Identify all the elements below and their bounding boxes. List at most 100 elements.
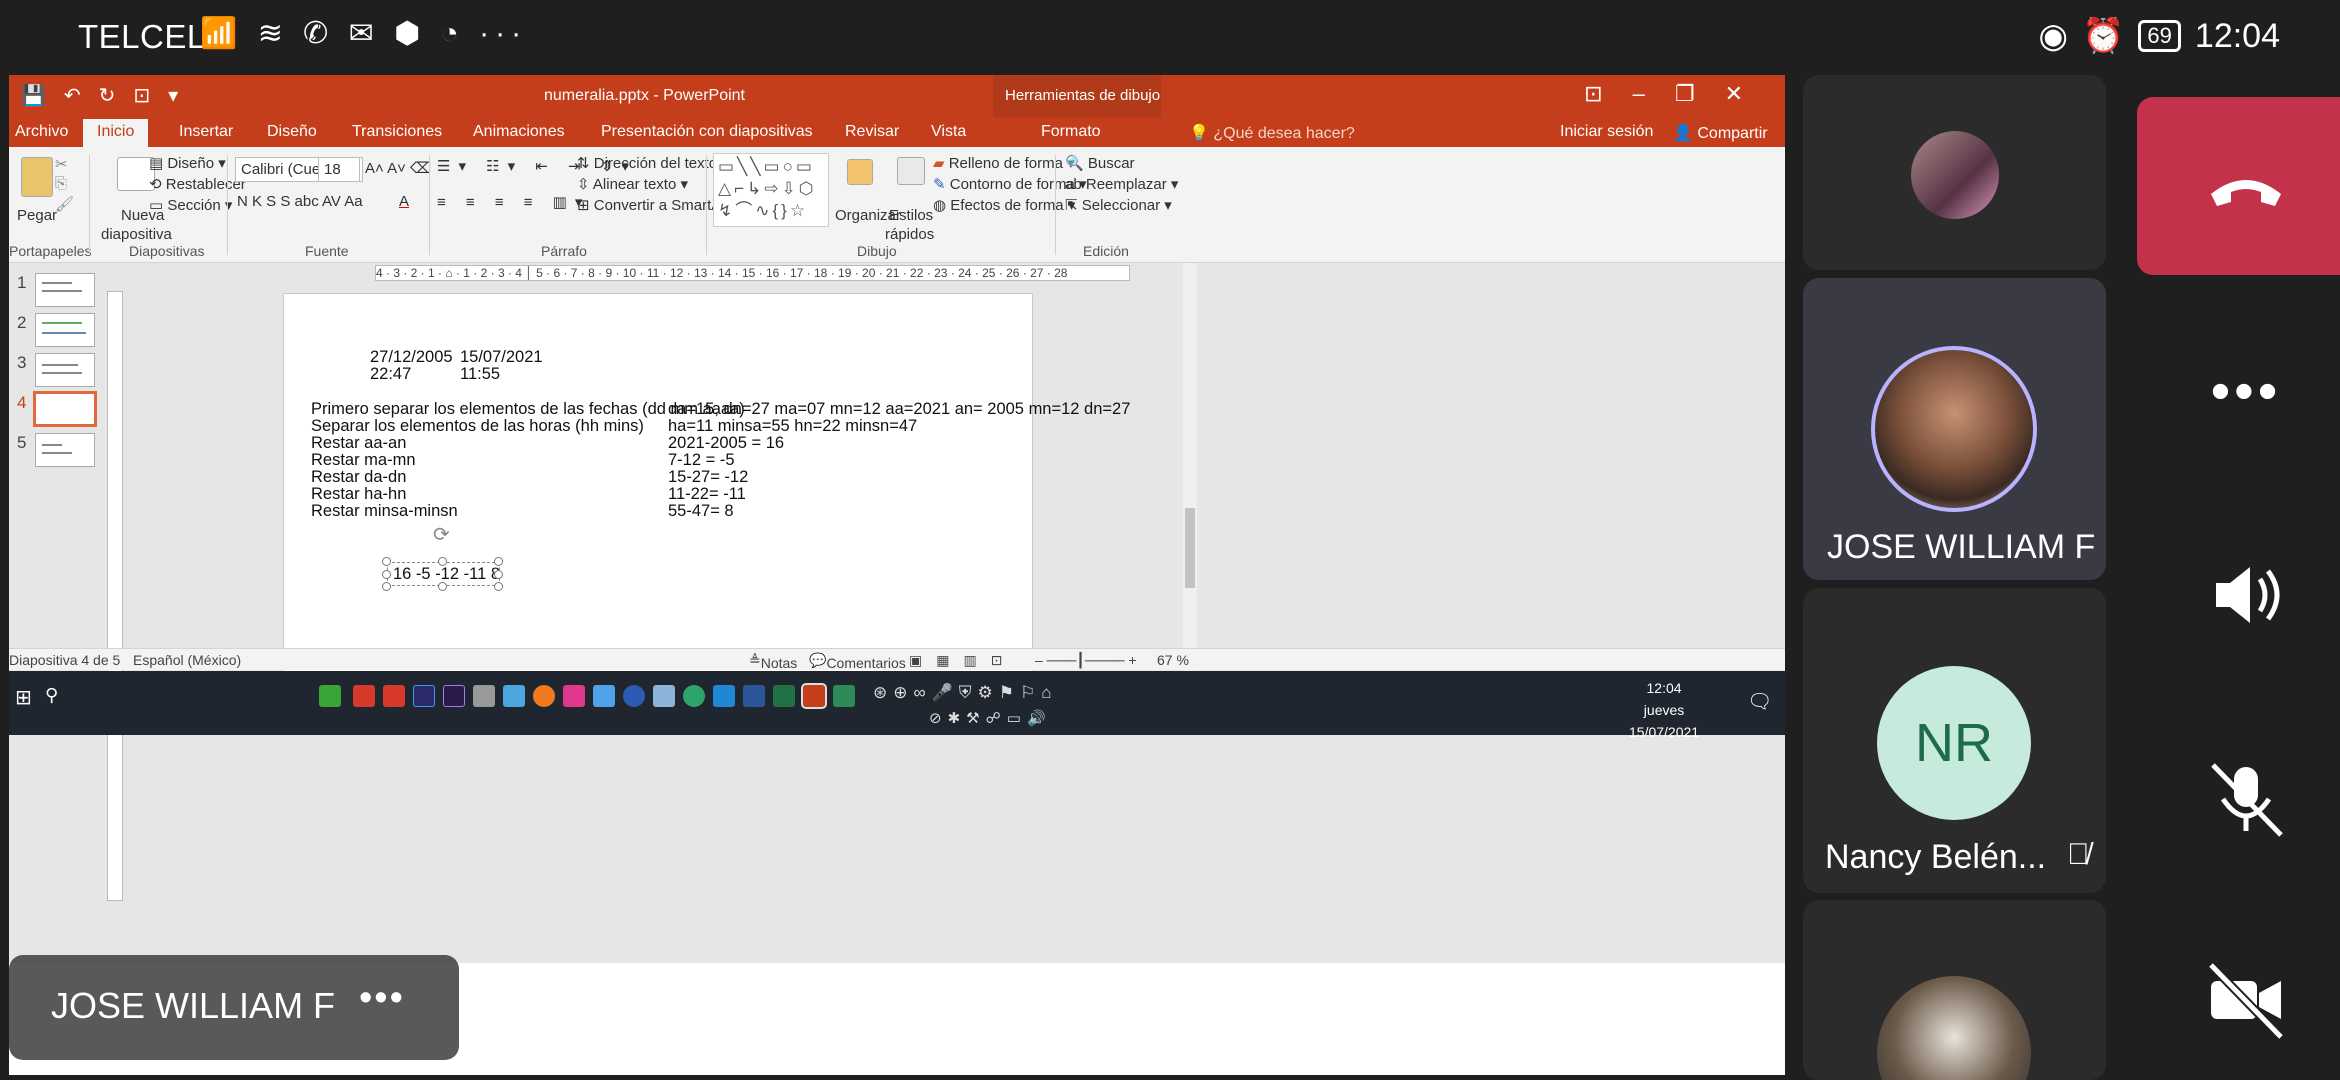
project-icon[interactable] [833,685,855,707]
sign-in-link[interactable]: Iniciar sesión [1560,123,1653,141]
view-buttons[interactable]: ▣▦▥⊡ [909,652,1016,669]
camera-button[interactable] [2136,910,2340,1080]
comments-button[interactable]: 💬 Comentarios [809,652,906,671]
font-grow-shrink[interactable]: A˄ A˅ ⌫ [365,159,431,177]
notes-button[interactable]: ≜ Notas [749,652,797,671]
microphone-button[interactable] [2136,710,2340,890]
font-size-box[interactable]: 18 [318,157,360,182]
participant-tile-2[interactable]: JOSE WILLIAM F [1803,278,2106,580]
tray-icons-row-2[interactable]: ⊘✱⚒☍▭🔊 [929,709,1052,727]
quick-styles-icon[interactable] [897,157,925,185]
resize-handle[interactable] [438,557,447,566]
tab-diseno[interactable]: Diseño [267,123,317,141]
app-icon-pink[interactable] [563,685,585,707]
share-button[interactable]: 👤 Compartir [1673,123,1768,143]
taskbar-clock[interactable]: 12:04 jueves 15/07/2021 [1629,677,1699,743]
participant-tile-3[interactable]: NR Nancy Belén... 🎙̸ [1803,588,2106,893]
presenter-overlay[interactable]: JOSE WILLIAM F ••• [9,955,459,1060]
reset-button[interactable]: ⟲ Restablecer [149,175,246,193]
notes-app-icon[interactable] [503,685,525,707]
paste-button[interactable]: Pegar [17,207,57,224]
slide-thumbnail-3[interactable] [35,353,95,387]
app-icon[interactable] [319,685,341,707]
resize-handle[interactable] [438,582,447,591]
clipboard-icon[interactable] [21,157,53,197]
cut-icon[interactable]: ✂ [55,155,68,173]
quick-styles-label-1[interactable]: Estilos [889,207,933,224]
participant-tile-4[interactable] [1803,900,2106,1080]
tray-icons[interactable]: ⊛⊕∞🎤⛨⚙⚑⚐⌂ [873,683,1058,703]
align-buttons[interactable]: ≡ ≡ ≡ ≡ ▥▾ [437,193,590,211]
slide-thumbnail-1[interactable] [35,273,95,307]
windows-start-icon[interactable]: ⊞ [15,685,32,710]
tab-formato[interactable]: Formato [1041,123,1101,141]
more-options-icon[interactable]: ••• [359,977,405,1020]
e-app-icon[interactable] [623,685,645,707]
resize-handle[interactable] [494,582,503,591]
new-slide-label-2[interactable]: diapositiva [101,226,172,243]
tab-vista[interactable]: Vista [931,123,966,141]
resize-handle[interactable] [382,582,391,591]
copy-icon[interactable]: ⎘ [55,175,67,192]
slide-thumbnail-4[interactable] [33,391,97,427]
tab-presentacion[interactable]: Presentación con diapositivas [601,123,813,141]
maps-icon[interactable] [683,685,705,707]
format-buttons[interactable]: N K S S abc AV Aa [237,193,363,210]
shape-fill-button[interactable]: ▰ Relleno de forma ▾ [933,154,1075,172]
resize-handle[interactable] [382,570,391,579]
slide-thumbnail-2[interactable] [35,313,95,347]
zoom-level[interactable]: 67 % [1157,652,1189,668]
font-color-icon[interactable]: A [399,193,409,210]
selected-textbox[interactable]: 16 -5 -12 -11 8 [382,557,503,591]
participant-tile-1[interactable] [1803,75,2106,270]
tab-inicio[interactable]: Inicio [83,119,149,147]
tab-insertar[interactable]: Insertar [179,123,233,141]
more-button[interactable]: ••• [2136,300,2340,480]
notification-center-icon[interactable]: 🗨 [1747,689,1772,714]
language-indicator[interactable]: Español (México) [133,652,241,668]
format-painter-icon[interactable]: 🖌 [55,195,74,213]
calculator-icon[interactable] [473,685,495,707]
slide-editor[interactable]: 4 · 3 · 2 · 1 · ⌂ · 1 · 2 · 3 · 4 │ 5 · … [107,263,1785,963]
quick-access-toolbar[interactable]: 💾↶↻⊡▾ [21,83,196,108]
excel-icon[interactable] [773,685,795,707]
resize-handle[interactable] [494,557,503,566]
section-button[interactable]: ▭ Sección ▾ [149,196,232,214]
shared-screen[interactable]: 💾↶↻⊡▾ numeralia.pptx - PowerPoint Herram… [9,75,1785,1075]
cube-icon[interactable] [653,685,675,707]
photoshop-icon[interactable] [413,685,435,707]
arrange-icon[interactable] [847,159,873,185]
zoom-slider[interactable]: – ───┃──── + [1035,652,1137,669]
replace-button[interactable]: ab Reemplazar ▾ [1065,175,1178,193]
tell-me-box[interactable]: 💡 ¿Qué desea hacer? [1189,123,1355,143]
word-icon[interactable] [743,685,765,707]
resize-handle[interactable] [382,557,391,566]
speaker-button[interactable] [2136,505,2340,685]
acrobat-dc-icon[interactable] [383,685,405,707]
shape-effects-button[interactable]: ◍ Efectos de forma ▾ [933,196,1075,214]
layout-button[interactable]: ▤ Diseño ▾ [149,154,226,172]
shape-outline-button[interactable]: ✎ Contorno de forma ▾ [933,175,1087,193]
tab-transiciones[interactable]: Transiciones [352,123,442,141]
resize-handle[interactable] [494,570,503,579]
shapes-gallery[interactable]: ▭╲╲▭○▭ △⌐↳⇨⇩⬡ ↯⌒∿{}☆ [713,153,829,227]
vertical-scrollbar[interactable] [1183,263,1197,713]
search-icon[interactable]: ⚲ [45,685,58,706]
align-text-button[interactable]: ⇳ Alinear texto ▾ [577,175,688,193]
textbox-content[interactable]: 16 -5 -12 -11 8 [393,565,500,584]
select-button[interactable]: ⇱ Seleccionar ▾ [1065,196,1172,214]
find-button[interactable]: 🔍 Buscar [1065,154,1135,172]
powerpoint-icon[interactable] [801,683,827,709]
premiere-icon[interactable] [443,685,465,707]
tab-revisar[interactable]: Revisar [845,123,899,141]
quick-styles-label-2[interactable]: rápidos [885,226,934,243]
end-call-button[interactable] [2137,97,2340,275]
window-controls[interactable]: ⊡–❐✕ [1584,81,1773,107]
firefox-icon[interactable] [533,685,555,707]
tab-archivo[interactable]: Archivo [15,123,68,141]
vscode-icon[interactable] [713,685,735,707]
rotate-handle-icon[interactable]: ⟳ [433,522,450,547]
slide-thumbnail-5[interactable] [35,433,95,467]
acrobat-icon[interactable] [353,685,375,707]
display-icon[interactable] [593,685,615,707]
